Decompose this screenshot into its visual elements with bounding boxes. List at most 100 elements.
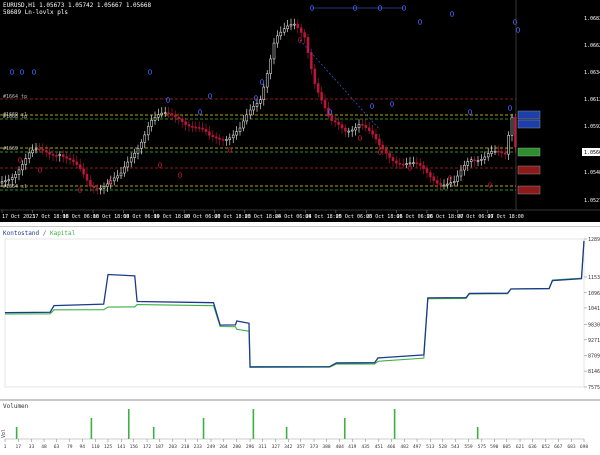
- equity-legend: Kontostand / Kapital: [3, 230, 75, 237]
- candle-body: [486, 153, 490, 158]
- trade-marker: [9, 69, 14, 75]
- trade-axis-label: 218: [181, 444, 190, 450]
- candle-body: [231, 134, 235, 139]
- candle-body: [500, 151, 504, 154]
- candle-body: [136, 148, 140, 154]
- candle-body: [208, 131, 211, 136]
- candle-body: [228, 137, 232, 140]
- candle-body: [51, 153, 55, 156]
- candle-body: [388, 153, 391, 158]
- candle-body: [106, 183, 109, 187]
- volume-chart-canvas[interactable]: 1 17 33 48 63 79 94 110 125 141 156 172 187 203 218 233…: [0, 401, 600, 451]
- trade-axis-label: 280: [233, 444, 242, 450]
- price-tick-label: 1.06620: [584, 43, 600, 49]
- candle-body: [211, 135, 215, 138]
- price-tag: [517, 110, 541, 120]
- candle-body: [316, 83, 320, 93]
- candle-body: [55, 155, 58, 157]
- candle-body: [187, 124, 191, 127]
- trade-axis-label: 590: [490, 444, 499, 450]
- candle-body: [347, 130, 351, 133]
- trade-axis-label: 652: [542, 444, 551, 450]
- equity-y-tick-label: 10418: [588, 306, 600, 312]
- candle-body: [123, 166, 126, 174]
- candle-body: [75, 161, 79, 165]
- volume-bar: [152, 427, 155, 439]
- candle-body: [38, 148, 41, 151]
- trade-axis-label: 249: [207, 444, 216, 450]
- balance-equity-chart[interactable]: 12897 11532 10964 10418 9830 9271 8709 8146 7575…: [0, 226, 600, 400]
- equity-y-tick-label: 10964: [588, 291, 600, 297]
- candle-body: [412, 162, 415, 164]
- candle-body: [255, 103, 259, 107]
- volume-bar: [15, 427, 18, 439]
- candle-body: [401, 164, 405, 166]
- candle-body: [31, 149, 34, 154]
- price-tag: [517, 119, 541, 129]
- candle-body: [361, 124, 364, 126]
- equity-y-tick-label: 8146: [588, 369, 600, 375]
- volume-bar: [90, 418, 93, 439]
- candle-body: [354, 127, 357, 131]
- candle-body: [14, 174, 17, 178]
- candle-body: [299, 27, 303, 33]
- volume-bar: [285, 427, 288, 439]
- candle-body: [146, 126, 150, 136]
- candle-body: [191, 126, 194, 128]
- candle-body: [10, 177, 14, 180]
- candle-body: [102, 186, 106, 189]
- price-chart-canvas[interactable]: #1664 tp#1668 tp#1669 sl#1669#1664 sl 1.…: [0, 0, 600, 222]
- candle-body: [95, 187, 99, 190]
- price-tick-label: 1.05920: [584, 124, 600, 130]
- trade-axis-label: 264: [219, 444, 228, 450]
- equity-chart-canvas[interactable]: 12897 11532 10964 10418 9830 9271 8709 8146 7575: [0, 227, 600, 399]
- candle-body: [85, 173, 89, 181]
- price-chart[interactable]: #1664 tp #1668 tp #1669 sl #1669 #1664 sl 1.…: [0, 0, 600, 222]
- trade-marker: [207, 93, 212, 99]
- trade-axis-label: 575: [478, 444, 487, 450]
- candle-body: [4, 180, 7, 183]
- volume-chart[interactable]: 1 17 33 48 63 79 94 110 125 141 156 172 187 203 218 233…: [0, 400, 600, 451]
- trade-axis-label: 63: [54, 444, 60, 450]
- trade-axis-label: 110: [91, 444, 100, 450]
- trade-marker: [17, 157, 22, 163]
- candle-body: [272, 42, 276, 60]
- legend-separator: /: [39, 230, 50, 237]
- candle-body: [435, 180, 439, 184]
- trade-axis-label: 327: [272, 444, 281, 450]
- candle-body: [442, 184, 446, 187]
- candle-body: [214, 136, 218, 139]
- candle-body: [337, 121, 340, 125]
- level-label: #1664 tp: [3, 94, 27, 100]
- candle-body: [289, 24, 293, 27]
- trade-axis-label: 172: [143, 444, 152, 450]
- trade-axis-label: 94: [79, 444, 85, 450]
- candle-body: [507, 134, 510, 155]
- trade-marker: [369, 103, 374, 109]
- candle-body: [452, 181, 456, 183]
- candle-body: [248, 109, 252, 116]
- equity-y-tick-label: 12897: [588, 237, 600, 243]
- candle-body: [153, 116, 157, 121]
- info-text-1: 58689: [3, 9, 22, 16]
- candle-body: [143, 134, 147, 143]
- candle-body: [197, 127, 201, 129]
- candle-body: [279, 31, 283, 37]
- trade-marker: [157, 162, 162, 168]
- candle-body: [204, 129, 208, 132]
- time-axis: 17 Oct 202317 Oct 18:0018 Oct 06:0018 Oc…: [0, 209, 600, 220]
- candle-body: [34, 148, 38, 151]
- price-tick-label: 1.05270: [584, 198, 600, 204]
- candle-body: [170, 113, 174, 116]
- trade-marker: [165, 97, 170, 103]
- candle-body: [330, 115, 334, 121]
- trade-marker: [447, 175, 452, 181]
- candle-body: [180, 118, 184, 122]
- trade-axis-label: 404: [336, 444, 345, 450]
- candle-body: [371, 130, 374, 135]
- trade-marker: [253, 95, 258, 101]
- volume-bar: [476, 427, 479, 439]
- candle-body: [44, 150, 48, 153]
- volume-label: Volumen: [3, 403, 29, 410]
- equity-y-tick-label: 9830: [588, 322, 600, 328]
